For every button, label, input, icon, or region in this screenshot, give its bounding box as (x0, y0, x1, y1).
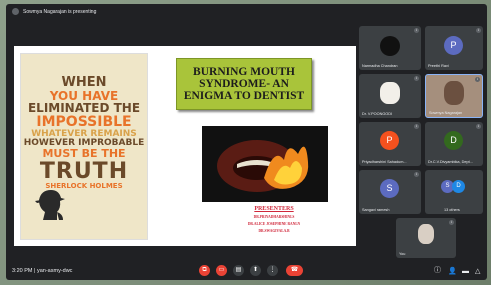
mic-off-icon: ⅈ (414, 172, 419, 177)
mic-off-icon: ⅈ (414, 28, 419, 33)
participant-tile[interactable]: D ⅈ Dr.C.V.Divyambika, Dept... (425, 122, 483, 166)
presenter-avatar-icon (12, 8, 19, 15)
participant-avatar (444, 81, 464, 105)
presenter-name: DR.PRIYADHARSHINI.S (253, 215, 295, 219)
shared-slide: WHEN YOU HAVE ELIMINATED THE IMPOSSIBLE … (14, 46, 356, 246)
mic-off-icon: ⅈ (476, 124, 481, 129)
participant-avatar: P (444, 36, 463, 55)
clock-time: 3:20 PM (12, 268, 33, 274)
participant-name: Sangavi ramesh (362, 208, 390, 212)
participant-avatar (380, 82, 400, 104)
participant-avatar: D (452, 180, 465, 193)
present-button[interactable]: ⬆ (250, 265, 261, 276)
participant-name: Priyadharshini Sahadum... (362, 160, 407, 164)
presenting-text: Sowmya Nagarajan is presenting (23, 8, 97, 15)
participant-tile[interactable]: P ⅈ Priyadharshini Sahadum... (359, 122, 421, 166)
participant-name: Narmadha Chandran (362, 64, 398, 68)
participant-name: Sowmya Nagarajan (429, 111, 463, 115)
participant-name: Dr.C.V.Divyambika, Dept... (428, 160, 473, 164)
chat-icon[interactable]: ▬ (462, 268, 469, 275)
meeting-window: Sowmya Nagarajan is presenting WHEN YOU … (6, 4, 487, 280)
presenting-banner: Sowmya Nagarajan is presenting (12, 8, 96, 15)
burning-mouth-illustration (202, 126, 328, 202)
participant-name: Preethi Ravi (428, 64, 449, 68)
participant-tile[interactable]: ⅈ Dr. V.POONGODI (359, 74, 421, 118)
participant-avatar (380, 36, 400, 56)
info-icon[interactable]: ⓘ (434, 265, 441, 275)
people-icon[interactable]: 👤 (448, 267, 457, 275)
participant-tile[interactable]: P ⅈ Preethi Ravi (425, 26, 483, 70)
presenter-name: DR.ALICE JOSEPHINE RANI.N (247, 222, 301, 226)
mic-off-icon: ⅈ (414, 124, 419, 129)
participant-name: You (399, 252, 406, 256)
participant-tile[interactable]: S ⅈ Sangavi ramesh (359, 170, 421, 214)
mic-off-icon: ⅈ (449, 220, 454, 225)
mic-off-icon: ⅈ (475, 77, 480, 82)
slide-title: BURNING MOUTH SYNDROME- AN ENIGMA TO DEN… (176, 58, 312, 110)
poster-line: ELIMINATED THE (27, 101, 141, 116)
others-count: 13 others (444, 208, 460, 212)
bottom-toolbar: 3:20 PM | yan-asmy-dwc ⧉ ▭ ▤ ⬆ ⋮ ☎ ⓘ 👤 ▬… (6, 260, 487, 280)
captions-button[interactable]: ▤ (233, 265, 244, 276)
presenters-block: PRESENTERS DR.PRIYADHARSHINI.S DR.ALICE … (214, 206, 334, 236)
participant-avatar: P (380, 131, 399, 150)
poster-line: IMPOSSIBLE (36, 113, 132, 130)
participant-name: Dr. V.POONGODI (362, 112, 393, 116)
participant-avatar: S (380, 179, 399, 198)
participant-tile[interactable]: ⅈ Narmadha Chandran (359, 26, 421, 70)
presenters-heading: PRESENTERS (254, 206, 294, 212)
poster-line: TRUTH (39, 158, 129, 184)
mic-toggle-button[interactable]: ⧉ (199, 265, 210, 276)
participant-tile-active-speaker[interactable]: ⅈ Sowmya Nagarajan (425, 74, 483, 118)
mouth-fire-image (202, 126, 328, 202)
screen-frame: Sowmya Nagarajan is presenting WHEN YOU … (0, 0, 491, 285)
camera-toggle-button[interactable]: ▭ (216, 265, 227, 276)
mic-off-icon: ⅈ (476, 28, 481, 33)
presenter-name: DR.SWAGIVALA.B (258, 229, 290, 233)
self-tile[interactable]: ⅈ You (396, 218, 456, 258)
sherlock-silhouette-icon (35, 190, 65, 220)
meeting-info: 3:20 PM | yan-asmy-dwc (12, 268, 72, 274)
mic-off-icon: ⅈ (414, 76, 419, 81)
more-options-button[interactable]: ⋮ (267, 265, 278, 276)
poster-line: WHEN (61, 75, 107, 90)
quote-poster: WHEN YOU HAVE ELIMINATED THE IMPOSSIBLE … (20, 53, 148, 240)
end-call-button[interactable]: ☎ (286, 265, 303, 276)
meeting-code: yan-asmy-dwc (36, 268, 73, 274)
others-tile[interactable]: S D 13 others (425, 170, 483, 214)
participant-avatar (418, 224, 434, 244)
activities-icon[interactable]: △ (475, 267, 480, 275)
participant-avatar: D (444, 131, 463, 150)
